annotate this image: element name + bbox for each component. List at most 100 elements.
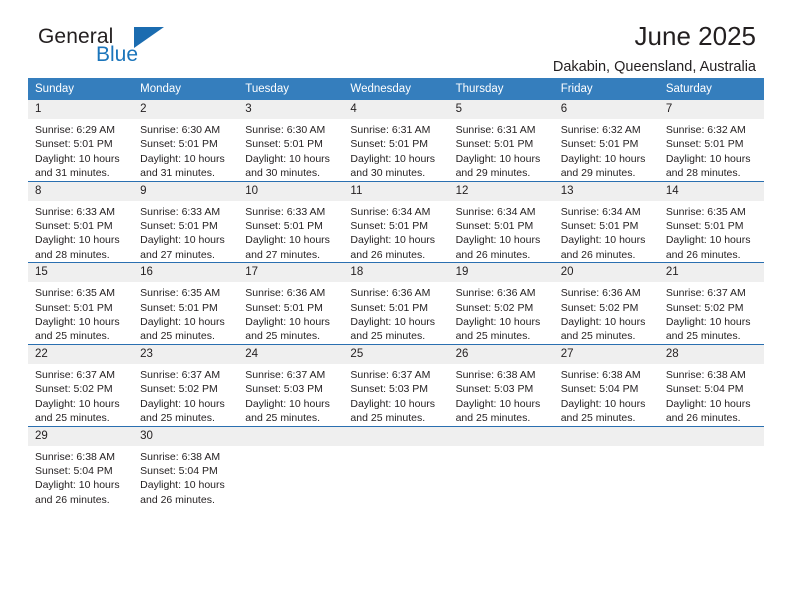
- weekday-header-saturday: Saturday: [658, 78, 764, 100]
- day-number: 10: [238, 181, 344, 201]
- day-details: Sunrise: 6:33 AM Sunset: 5:01 PM Daylight:…: [28, 201, 133, 263]
- day-cell[interactable]: 22 Sunrise: 6:37 AM Sunset: 5:02 PM Dayligh…: [28, 343, 134, 426]
- daylight-text-line2: and 25 minutes.: [245, 330, 320, 343]
- day-details: Sunrise: 6:34 AM Sunset: 5:01 PM Daylight:…: [449, 201, 554, 263]
- sunrise-text: Sunrise: 6:37 AM: [245, 368, 326, 381]
- day-cell[interactable]: 24 Sunrise: 6:37 AM Sunset: 5:03 PM Dayligh…: [238, 343, 344, 426]
- sunrise-text: Sunrise: 6:37 AM: [350, 368, 431, 381]
- daylight-text-line2: and 28 minutes.: [665, 167, 741, 180]
- day-cell[interactable]: 8 Sunrise: 6:33 AM Sunset: 5:01 PM Daylight…: [28, 180, 134, 263]
- sunrise-text: Sunrise: 6:30 AM: [245, 124, 326, 136]
- daylight-text-line1: Daylight: 10 hours: [665, 152, 751, 165]
- day-cell[interactable]: 10 Sunrise: 6:33 AM Sunset: 5:01 PM Dayligh…: [238, 180, 344, 263]
- daylight-text-line2: and 25 minutes.: [140, 412, 215, 425]
- day-cell[interactable]: 27 Sunrise: 6:38 AM Sunset: 5:04 PM Dayligh…: [553, 343, 659, 426]
- sunset-text: Sunset: 5:01 PM: [350, 138, 429, 151]
- day-cell[interactable]: 11 Sunrise: 6:34 AM Sunset: 5:01 PM Dayligh…: [343, 180, 449, 263]
- day-cell[interactable]: 20 Sunrise: 6:36 AM Sunset: 5:02 PM Dayligh…: [553, 262, 659, 345]
- day-details: Sunrise: 6:34 AM Sunset: 5:01 PM Daylight:…: [554, 201, 659, 263]
- day-number: [238, 426, 344, 446]
- day-cell[interactable]: 7 Sunrise: 6:32 AM Sunset: 5:01 PM Daylight…: [658, 100, 764, 181]
- day-cell[interactable]: 6 Sunrise: 6:32 AM Sunset: 5:01 PM Daylight…: [553, 100, 659, 181]
- day-number: 17: [238, 263, 344, 283]
- sunset-text: Sunset: 5:01 PM: [35, 301, 113, 314]
- day-cell[interactable]: 1 Sunrise: 6:29 AM Sunset: 5:01 PM Daylight…: [28, 100, 134, 181]
- calendar-header: Sunday Monday Tuesday Wednesday Thursday…: [28, 78, 764, 100]
- day-details: Sunrise: 6:30 AM Sunset: 5:01 PM Daylight:…: [238, 119, 343, 181]
- sunset-text: Sunset: 5:01 PM: [140, 220, 218, 233]
- sunset-text: Sunset: 5:04 PM: [560, 383, 639, 396]
- day-cell[interactable]: 3 Sunrise: 6:30 AM Sunset: 5:01 PM Daylight…: [238, 100, 344, 181]
- daylight-text-line2: and 29 minutes.: [560, 167, 636, 180]
- calendar-week-row: 15 Sunrise: 6:35 AM Sunset: 5:01 PM Dayligh…: [28, 262, 764, 345]
- daylight-text-line1: Daylight: 10 hours: [35, 152, 120, 165]
- daylight-text-line2: and 25 minutes.: [35, 412, 110, 425]
- day-cell[interactable]: 21 Sunrise: 6:37 AM Sunset: 5:02 PM Dayligh…: [658, 262, 764, 345]
- day-cell[interactable]: 2 Sunrise: 6:30 AM Sunset: 5:01 PM Daylight…: [133, 100, 239, 181]
- day-cell[interactable]: 14 Sunrise: 6:35 AM Sunset: 5:01 PM Dayligh…: [658, 180, 764, 263]
- day-number: 18: [343, 263, 449, 283]
- daylight-text-line2: and 26 minutes.: [665, 412, 741, 425]
- daylight-text-line1: Daylight: 10 hours: [665, 316, 751, 329]
- calendar-week-row: 22 Sunrise: 6:37 AM Sunset: 5:02 PM Dayligh…: [28, 343, 764, 426]
- day-details: [238, 446, 343, 450]
- day-cell[interactable]: 28 Sunrise: 6:38 AM Sunset: 5:04 PM Dayligh…: [658, 343, 764, 426]
- day-number: 1: [28, 100, 134, 119]
- day-number: 21: [658, 263, 764, 283]
- calendar-page: General Blue June 2025 Dakabin, Queensla…: [0, 0, 792, 612]
- day-details: Sunrise: 6:38 AM Sunset: 5:04 PM Daylight:…: [28, 446, 133, 508]
- day-cell[interactable]: 19 Sunrise: 6:36 AM Sunset: 5:02 PM Dayligh…: [448, 262, 554, 345]
- day-cell[interactable]: 12 Sunrise: 6:34 AM Sunset: 5:01 PM Dayligh…: [448, 180, 554, 263]
- day-cell[interactable]: 16 Sunrise: 6:35 AM Sunset: 5:01 PM Dayligh…: [133, 262, 239, 345]
- daylight-text-line2: and 25 minutes.: [35, 330, 110, 343]
- day-details: Sunrise: 6:36 AM Sunset: 5:02 PM Daylight:…: [554, 282, 659, 344]
- daylight-text-line2: and 26 minutes.: [140, 493, 215, 506]
- daylight-text-line2: and 25 minutes.: [245, 412, 320, 425]
- calendar-week-row: 29 Sunrise: 6:38 AM Sunset: 5:04 PM Dayligh…: [28, 425, 764, 508]
- day-number: 29: [28, 426, 134, 446]
- daylight-text-line2: and 25 minutes.: [560, 412, 636, 425]
- day-cell[interactable]: 13 Sunrise: 6:34 AM Sunset: 5:01 PM Dayligh…: [553, 180, 659, 263]
- daylight-text-line1: Daylight: 10 hours: [140, 479, 225, 492]
- day-cell[interactable]: 23 Sunrise: 6:37 AM Sunset: 5:02 PM Dayligh…: [133, 343, 239, 426]
- page-subtitle: Dakabin, Queensland, Australia: [552, 58, 756, 75]
- sunrise-text: Sunrise: 6:36 AM: [245, 287, 326, 300]
- day-details: Sunrise: 6:30 AM Sunset: 5:01 PM Daylight:…: [133, 119, 238, 181]
- sunset-text: Sunset: 5:01 PM: [455, 138, 534, 151]
- sunrise-text: Sunrise: 6:37 AM: [665, 287, 746, 300]
- day-details: Sunrise: 6:33 AM Sunset: 5:01 PM Daylight:…: [238, 201, 343, 263]
- day-number: 14: [658, 181, 764, 201]
- day-number: 24: [238, 344, 344, 364]
- weekday-header-thursday: Thursday: [448, 78, 554, 100]
- sunrise-text: Sunrise: 6:34 AM: [560, 205, 641, 218]
- sunset-text: Sunset: 5:02 PM: [140, 383, 218, 396]
- daylight-text-line1: Daylight: 10 hours: [140, 397, 225, 410]
- day-cell[interactable]: 17 Sunrise: 6:36 AM Sunset: 5:01 PM Dayligh…: [238, 262, 344, 345]
- day-cell[interactable]: 9 Sunrise: 6:33 AM Sunset: 5:01 PM Daylight…: [133, 180, 239, 263]
- general-blue-logo[interactable]: General Blue: [38, 26, 278, 76]
- sunrise-text: Sunrise: 6:32 AM: [665, 124, 746, 136]
- day-cell[interactable]: 18 Sunrise: 6:36 AM Sunset: 5:01 PM Dayligh…: [343, 262, 449, 345]
- daylight-text-line1: Daylight: 10 hours: [140, 234, 225, 247]
- sunset-text: Sunset: 5:01 PM: [665, 220, 744, 233]
- day-details: Sunrise: 6:33 AM Sunset: 5:01 PM Daylight:…: [133, 201, 238, 263]
- day-cell[interactable]: 5 Sunrise: 6:31 AM Sunset: 5:01 PM Daylight…: [448, 100, 554, 181]
- day-cell[interactable]: 4 Sunrise: 6:31 AM Sunset: 5:01 PM Daylight…: [343, 100, 449, 181]
- sunrise-text: Sunrise: 6:38 AM: [35, 450, 115, 463]
- day-details: Sunrise: 6:36 AM Sunset: 5:01 PM Daylight:…: [343, 282, 448, 344]
- sunrise-text: Sunrise: 6:29 AM: [35, 124, 115, 136]
- daylight-text-line1: Daylight: 10 hours: [140, 152, 225, 165]
- daylight-text-line2: and 25 minutes.: [665, 330, 741, 343]
- day-cell[interactable]: 29 Sunrise: 6:38 AM Sunset: 5:04 PM Dayligh…: [28, 425, 134, 508]
- sunset-text: Sunset: 5:01 PM: [140, 301, 218, 314]
- day-number: 7: [658, 100, 764, 119]
- day-cell[interactable]: 26 Sunrise: 6:38 AM Sunset: 5:03 PM Dayligh…: [448, 343, 554, 426]
- day-details: Sunrise: 6:35 AM Sunset: 5:01 PM Daylight:…: [28, 282, 133, 344]
- daylight-text-line2: and 25 minutes.: [455, 412, 531, 425]
- sunset-text: Sunset: 5:01 PM: [245, 220, 323, 233]
- day-cell[interactable]: 30 Sunrise: 6:38 AM Sunset: 5:04 PM Dayligh…: [133, 425, 239, 508]
- day-cell[interactable]: 25 Sunrise: 6:37 AM Sunset: 5:03 PM Dayligh…: [343, 343, 449, 426]
- sunset-text: Sunset: 5:02 PM: [35, 383, 113, 396]
- day-cell[interactable]: 15 Sunrise: 6:35 AM Sunset: 5:01 PM Dayligh…: [28, 262, 134, 345]
- day-details: Sunrise: 6:38 AM Sunset: 5:04 PM Daylight:…: [554, 364, 659, 426]
